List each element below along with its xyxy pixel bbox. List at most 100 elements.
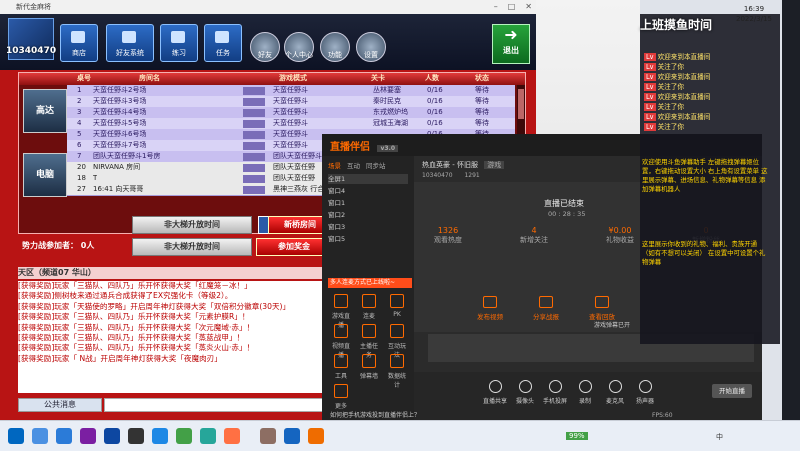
chrome-icon[interactable] — [176, 428, 192, 444]
gun-icon — [243, 131, 265, 139]
user-id: 10340470 — [6, 46, 57, 56]
start-live-button[interactable]: 开始直播 — [712, 384, 752, 398]
chat-line: [获得奖励]玩家「三猫队、四队乃」乐开怀获得大奖「次元魔域·赤」！ — [18, 322, 255, 332]
tab-interact[interactable]: 互动 — [347, 160, 360, 170]
app-icon[interactable] — [224, 428, 240, 444]
tool-item[interactable]: 互动玩法 — [386, 324, 408, 359]
stat-label: 观看热度 — [434, 236, 462, 244]
room-id: 10340470 — [422, 172, 453, 179]
join-button[interactable]: 参加奖金 — [256, 238, 332, 256]
wechat-icon[interactable] — [200, 428, 216, 444]
room-table-header: 桌号 房间名 游戏模式 关卡 人数 状态 — [19, 73, 525, 85]
device-icon — [518, 380, 532, 393]
cell-name: NIRVANA 房间 — [93, 163, 141, 171]
overlay-message: Lv 欢迎来到本直播间 — [644, 73, 711, 81]
action-button[interactable]: 分享战报 — [518, 296, 574, 321]
chat-line: [获得奖励]玩家「天猫使的罗略」开启周年神灯获得大奖「双倍积分徽章(30天)」 — [18, 301, 291, 311]
chat-line: [获得奖励]侧树枝来通过通兵合成获得了EX究强化卡（等级2）。 — [18, 291, 233, 301]
exit-button[interactable]: ➜ 退出 — [492, 24, 530, 64]
scene-item[interactable]: 窗口3 — [328, 222, 408, 232]
profile-round-button[interactable]: 个人中心 — [284, 32, 314, 62]
promo-banner[interactable]: 多人连麦方式已上线啦~ — [328, 278, 412, 288]
tool-item[interactable]: 连麦 — [358, 294, 380, 324]
cell-status: 等待 — [475, 86, 489, 94]
scene-item[interactable]: 全屏1 — [328, 174, 408, 184]
cell-status: 等待 — [475, 119, 489, 127]
bottom-icon-button[interactable]: 麦克风 — [600, 380, 630, 405]
gun-icon — [243, 142, 265, 150]
system-clock[interactable]: 16:39 2022/3/15 — [736, 4, 772, 24]
qq-icon[interactable] — [128, 428, 144, 444]
friends-icon — [122, 31, 136, 43]
start-icon[interactable] — [8, 428, 24, 444]
game-taskbar-icon[interactable] — [260, 428, 276, 444]
cell-no: 7 — [77, 152, 82, 160]
bottom-icon-button[interactable]: 录制 — [570, 380, 600, 405]
douyu-icon[interactable] — [284, 428, 300, 444]
search-icon[interactable] — [32, 428, 48, 444]
cell-mode: 天蛮任野斗 — [273, 130, 308, 138]
bottom-icon-button[interactable]: 直播共享 — [480, 380, 510, 405]
settings-round-button[interactable]: 设置 — [356, 32, 386, 62]
tool-item[interactable]: 视频直播 — [330, 324, 352, 359]
cell-no: 20 — [77, 163, 86, 171]
function-round-button[interactable]: 功能 — [320, 32, 350, 62]
device-icon — [638, 380, 652, 393]
cell-status: 等待 — [475, 108, 489, 116]
device-icon — [608, 380, 622, 393]
tab-sync[interactable]: 同步站 — [366, 160, 386, 170]
open-room-button[interactable]: 非大梯升放时间 — [132, 216, 252, 234]
scrollbar-thumb[interactable] — [518, 89, 524, 119]
cell-no: 3 — [77, 108, 82, 116]
overlay-message: Lv 关注了你 — [644, 83, 684, 91]
chat-input[interactable] — [104, 398, 330, 412]
scene-item[interactable]: 窗口1 — [328, 198, 408, 208]
gun-icon — [243, 109, 265, 117]
cell-mode: 团队天蛮任野 — [273, 163, 315, 171]
game-thumbnail[interactable]: 高达 — [23, 89, 67, 133]
scene-item[interactable]: 窗口5 — [328, 234, 408, 244]
cell-no: 5 — [77, 130, 82, 138]
bottom-icon-button[interactable]: 手机投屏 — [540, 380, 570, 405]
scene-item[interactable]: 窗口4 — [328, 186, 408, 196]
game-thumbnail[interactable]: 电脑 — [23, 153, 67, 197]
tool-item[interactable]: 工具 — [330, 354, 352, 384]
maximize-icon[interactable]: □ — [508, 2, 516, 11]
tool-item[interactable]: 弹幕墙 — [358, 354, 380, 384]
tool-item[interactable]: 游戏直播 — [330, 294, 352, 329]
tool-icon — [334, 294, 348, 308]
close-icon[interactable]: ✕ — [525, 2, 532, 11]
taskbar — [0, 420, 800, 451]
bottom-icon-button[interactable]: 扬声器 — [630, 380, 660, 405]
level-badge: Lv — [644, 103, 656, 111]
practice-button[interactable]: 练习 — [160, 24, 198, 62]
shop-button[interactable]: 商店 — [60, 24, 98, 62]
action-icon — [595, 296, 609, 308]
photoshop-icon[interactable] — [104, 428, 120, 444]
action-button[interactable]: 查看回放 — [574, 296, 630, 321]
task-view-icon[interactable] — [56, 428, 72, 444]
tool-item[interactable]: 数据统计 — [386, 354, 408, 389]
tab-scenes[interactable]: 场景 — [328, 160, 341, 170]
action-button[interactable]: 发布视频 — [462, 296, 518, 321]
bottom-icon-button[interactable]: 摄像头 — [510, 380, 540, 405]
minimize-icon[interactable]: – — [494, 2, 498, 11]
tasks-button[interactable]: 任务 — [204, 24, 242, 62]
scene-item[interactable]: 窗口2 — [328, 210, 408, 220]
public-message-tab[interactable]: 公共消息 — [18, 398, 102, 412]
battery-indicator[interactable]: 99% — [566, 432, 588, 440]
gun-icon — [243, 175, 265, 183]
ime-indicator[interactable]: 中 — [716, 432, 723, 442]
cell-no: 18 — [77, 174, 86, 182]
level-badge: Lv — [644, 63, 656, 71]
edge-icon[interactable] — [152, 428, 168, 444]
tool-item[interactable]: PK — [386, 294, 408, 324]
premiere-icon[interactable] — [80, 428, 96, 444]
friends-button[interactable]: 好友系统 — [106, 24, 154, 62]
live-tool-taskbar-icon[interactable] — [308, 428, 324, 444]
open-room-button-2[interactable]: 非大梯升放时间 — [132, 238, 252, 256]
level-badge: Lv — [644, 73, 656, 81]
tool-item[interactable]: 主播任务 — [358, 324, 380, 359]
tool-item[interactable]: 更多 — [330, 384, 352, 414]
friends-round-button[interactable]: 好友 — [250, 32, 280, 62]
